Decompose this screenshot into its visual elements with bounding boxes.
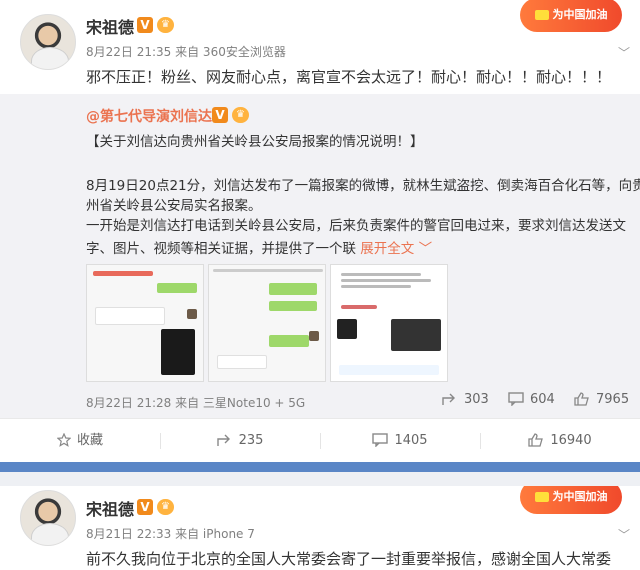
username[interactable]: 宋祖德 (86, 496, 134, 520)
avatar[interactable] (20, 14, 76, 70)
verified-icon: V (137, 499, 153, 515)
like-button[interactable]: 16940 (480, 419, 640, 463)
chevron-down-icon[interactable]: ﹀ (618, 526, 630, 543)
image-thumbnail-2[interactable] (208, 264, 326, 382)
repost-title: 【关于刘信达向贵州省关岭县公安局报案的情况说明！】 (86, 134, 424, 150)
repost-meta: 8月22日 21:28 来自 三星Note10 + 5G (86, 396, 306, 410)
expand-link[interactable]: 展开全文 ﹀ (360, 241, 432, 257)
fan-badge-icon: ♛ (232, 107, 249, 123)
flag-icon (534, 10, 549, 20)
comment-button[interactable]: 1405 (320, 419, 480, 463)
username[interactable]: 宋祖德 (86, 14, 134, 38)
post-text: 邪不压正！粉丝、网友耐心点，离官宣不会太远了！耐心！耐心！！耐心！！！ (86, 68, 612, 86)
star-icon (56, 433, 71, 447)
support-badge: 为中国加油 (520, 0, 622, 32)
support-badge: 为中国加油 (520, 486, 622, 514)
repost-line-1: 8月19日20点21分，刘信达发布了一篇报案的微博，就林生斌盗挖、倒卖海百合化石… (86, 178, 640, 194)
action-bar: 收藏 235 1405 16940 (0, 418, 640, 462)
repost-line-3: 一开始是刘信达打电话到关岭县公安局，后来负责案件的警官回电过来，要求刘信达发送文 (86, 218, 626, 234)
fan-badge-icon: ♛ (157, 17, 174, 33)
repost-line-4: 字、图片、视频等相关证据，并提供了一个联 展开全文 ﹀ (86, 241, 433, 257)
favorite-button[interactable]: 收藏 (0, 419, 160, 463)
repost-author[interactable]: @第七代导演刘信达 (86, 106, 212, 126)
feed-separator (0, 462, 640, 472)
repost-card[interactable]: @第七代导演刘信达 V ♛ 【关于刘信达向贵州省关岭县公安局报案的情况说明！】 … (0, 94, 640, 418)
image-thumbnail-3[interactable] (330, 264, 448, 382)
share-icon (442, 393, 455, 405)
weibo-post-1: 宋祖德 V ♛ 8月22日 21:35 来自 360安全浏览器 为中国加油 ﹀ … (0, 0, 640, 462)
share-icon (216, 434, 230, 446)
repost-forward-count[interactable]: 303 (442, 392, 489, 407)
repost-like-count[interactable]: 7965 (574, 392, 629, 407)
repost-line-2: 州省关岭县公安局实名报案。 (86, 198, 262, 214)
chevron-down-icon[interactable]: ﹀ (618, 44, 630, 61)
post-meta: 8月22日 21:35 来自 360安全浏览器 (86, 45, 286, 59)
repost-comment-count[interactable]: 604 (508, 392, 555, 407)
post-meta: 8月21日 22:33 来自 iPhone 7 (86, 527, 255, 541)
verified-icon: V (137, 17, 153, 33)
thumbs-up-icon (574, 392, 589, 406)
repost-button[interactable]: 235 (160, 419, 320, 463)
fan-badge-icon: ♛ (157, 499, 174, 515)
feed-separator-light (0, 472, 640, 486)
verified-icon: V (212, 107, 228, 123)
comment-icon (508, 392, 524, 406)
comment-icon (372, 433, 389, 447)
avatar[interactable] (20, 490, 76, 546)
weibo-post-2: 宋祖德 V ♛ 8月21日 22:33 来自 iPhone 7 为中国加油 ﹀ … (0, 486, 640, 570)
thumbs-up-icon (528, 433, 544, 447)
image-thumbnail-1[interactable] (86, 264, 204, 382)
flag-icon (534, 492, 549, 502)
post-text: 前不久我向位于北京的全国人大常委会寄了一封重要举报信，感谢全国人大常委 (86, 550, 612, 568)
